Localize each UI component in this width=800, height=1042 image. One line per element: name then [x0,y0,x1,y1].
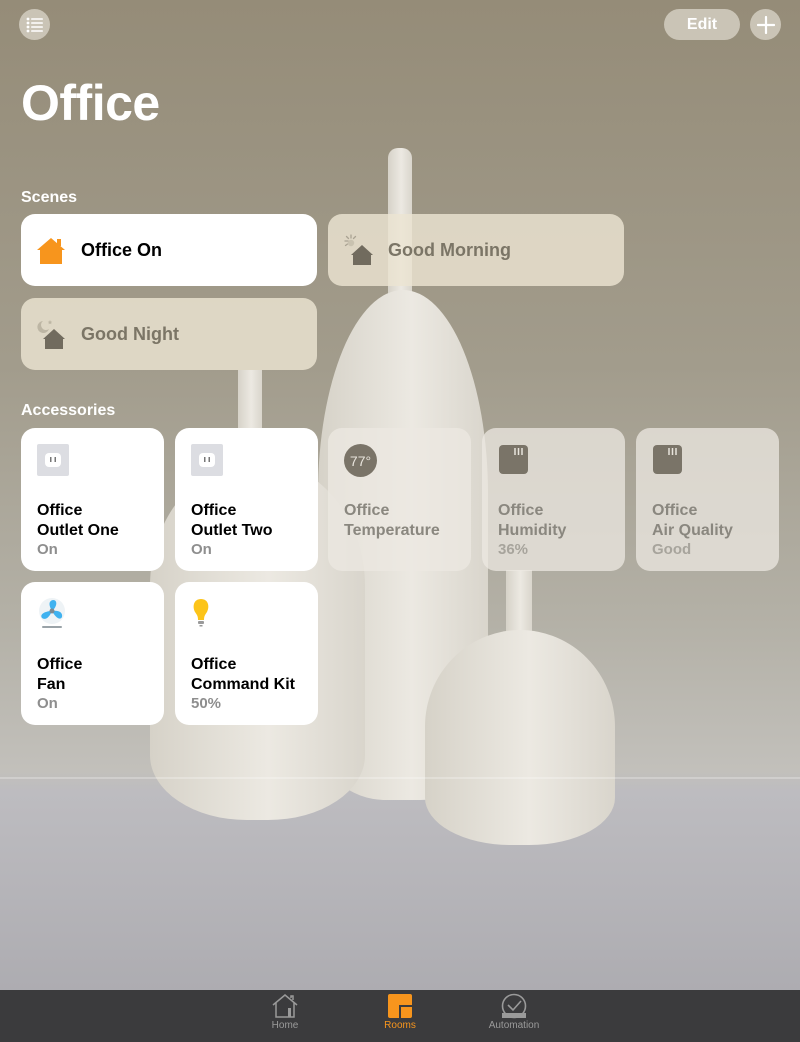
clock-icon [501,993,527,1019]
accessory-name: Office Outlet Two [191,502,273,539]
tab-bar: Home Rooms Automation [0,990,800,1042]
tab-label: Home [271,1020,299,1031]
sensor-icon [499,445,528,474]
scene-label: Good Morning [388,239,511,260]
add-button[interactable] [750,9,781,40]
accessory-status: On [37,695,58,712]
home-list-button[interactable] [19,9,50,40]
accessory-status: Good [652,541,692,558]
accessory-tile-outlet-one[interactable]: Office Outlet One On [21,428,164,571]
home-icon [272,994,298,1018]
scene-label: Office On [81,239,163,260]
fan-icon [39,598,65,628]
rooms-icon [388,994,412,1018]
tab-rooms[interactable]: Rooms [350,993,450,1031]
outlet-icon [191,444,223,476]
accessory-name: Office Command Kit [191,656,295,693]
sun-house-icon [344,234,373,265]
accessory-tile-air-quality[interactable]: Office Air Quality Good [636,428,779,571]
accessory-name: Office Outlet One [37,502,119,539]
accessory-tile-fan[interactable]: Office Fan On [21,582,164,725]
thermometer-badge-icon: 77° [344,444,377,477]
scene-label: Good Night [81,323,179,344]
wallpaper-horizon [0,777,800,779]
accessory-name: Office Humidity [498,502,567,539]
accessory-name: Office Temperature [344,502,440,539]
tab-home[interactable]: Home [235,993,335,1031]
accessory-name: Office Fan [37,656,83,693]
lightbulb-icon [193,599,209,627]
accessory-tile-humidity[interactable]: Office Humidity 36% [482,428,625,571]
accessory-name: Office Air Quality [652,502,733,539]
moon-house-icon [37,320,65,349]
plus-icon [756,15,775,34]
tab-automation[interactable]: Automation [464,993,564,1031]
house-icon [37,238,65,264]
tab-label: Automation [488,1020,540,1031]
wallpaper-vase [425,630,615,845]
accessory-status: 50% [191,695,222,712]
scene-good-morning[interactable]: Good Morning [328,214,624,286]
accessory-status: 36% [498,541,529,558]
sensor-icon [653,445,682,474]
accessory-tile-temperature[interactable]: 77° Office Temperature [328,428,471,571]
accessory-status: On [37,541,58,558]
scene-good-night[interactable]: Good Night [21,298,317,370]
accessories-section-label: Accessories [21,402,116,419]
scene-office-on[interactable]: Office On [21,214,317,286]
outlet-icon [37,444,69,476]
page-title: Office [21,75,160,131]
edit-button[interactable]: Edit [664,9,740,40]
scenes-section-label: Scenes [21,189,78,206]
accessory-status: On [191,541,212,558]
accessory-tile-command-kit[interactable]: Office Command Kit 50% [175,582,318,725]
list-icon [26,17,43,32]
accessory-tile-outlet-two[interactable]: Office Outlet Two On [175,428,318,571]
tab-label: Rooms [384,1020,416,1031]
